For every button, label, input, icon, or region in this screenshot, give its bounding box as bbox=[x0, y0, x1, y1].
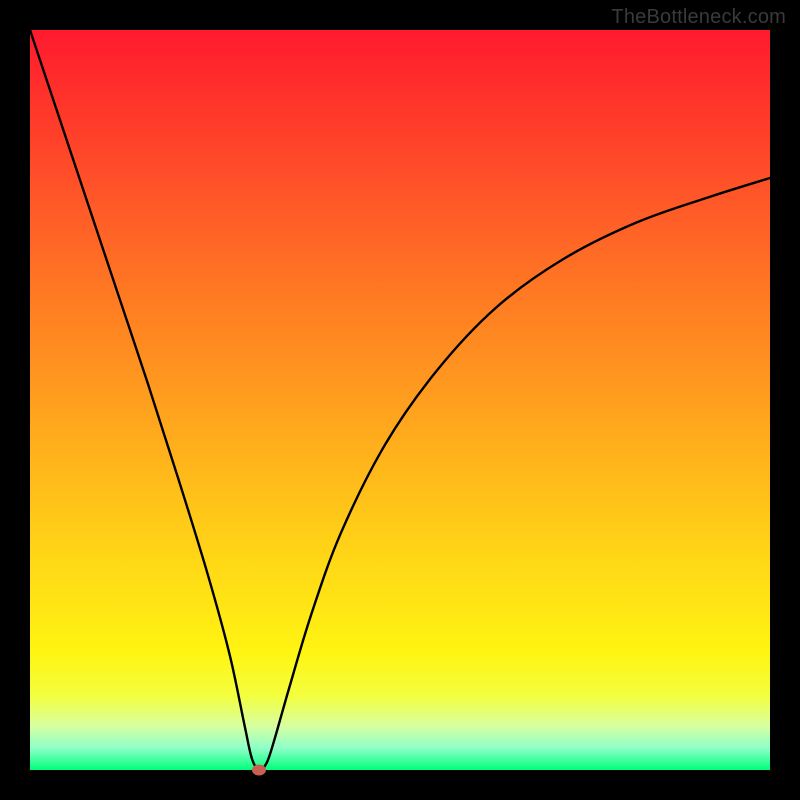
watermark-text: TheBottleneck.com bbox=[611, 6, 786, 29]
plot-area bbox=[30, 30, 770, 770]
curve-path bbox=[30, 30, 770, 770]
minimum-marker bbox=[252, 765, 266, 776]
bottleneck-curve bbox=[30, 30, 770, 770]
chart-stage: TheBottleneck.com bbox=[0, 0, 800, 800]
